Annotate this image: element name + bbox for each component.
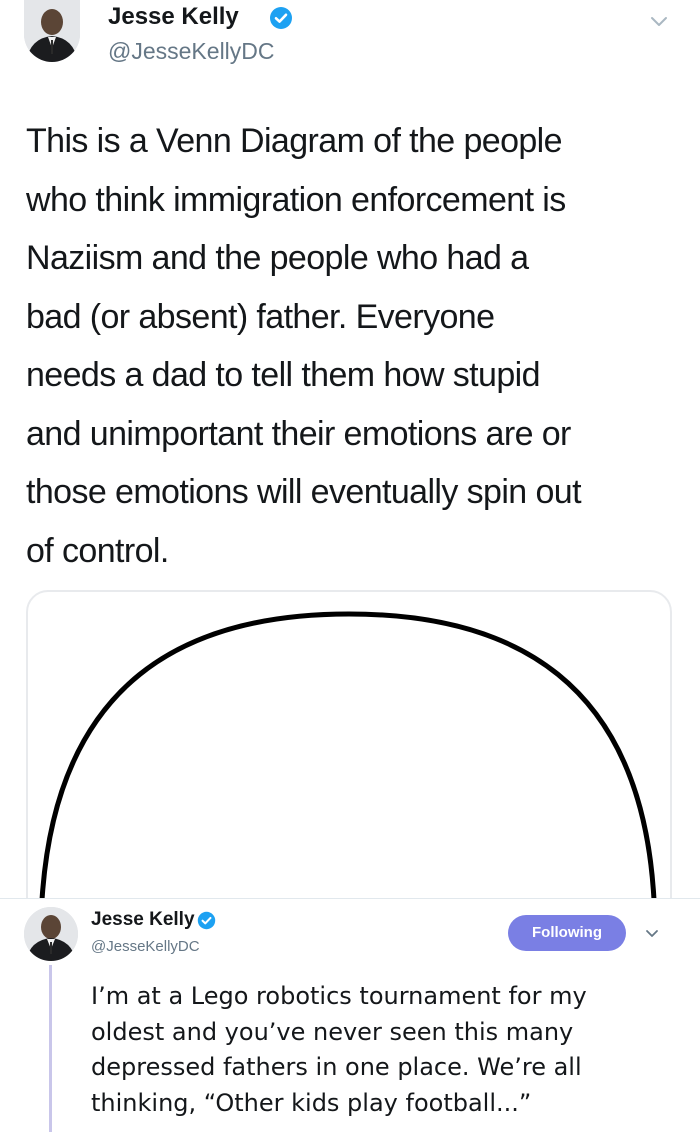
- avatar[interactable]: [24, 907, 78, 961]
- tweet-text-line: depressed fathers in one place. We’re al…: [91, 1053, 582, 1081]
- tweet-text-line: bad (or absent) father. Everyone: [26, 297, 495, 336]
- author-handle[interactable]: @JesseKellyDC: [91, 938, 200, 956]
- author-handle[interactable]: @JesseKellyDC: [108, 37, 275, 65]
- verified-badge-icon: [197, 911, 216, 930]
- venn-circle: [39, 611, 657, 898]
- tweet-text-line: This is a Venn Diagram of the people: [26, 122, 563, 160]
- author-name[interactable]: Jesse Kelly: [108, 3, 239, 31]
- tweet-text-line: thinking, “Other kids play football...”: [91, 1088, 532, 1117]
- tweet-text: This is a Venn Diagram of the people who…: [26, 112, 686, 580]
- chevron-down-icon[interactable]: [644, 925, 660, 941]
- tweet-text-line: needs a dad to tell them how stupid: [26, 356, 541, 394]
- tweet-text-line: Naziism and the people who had a: [26, 239, 529, 277]
- chevron-down-icon[interactable]: [648, 10, 670, 32]
- verified-badge-icon: [270, 7, 292, 29]
- tweet-1: Jesse Kelly @JesseKellyDC This is a Venn…: [0, 0, 700, 898]
- following-button[interactable]: Following: [508, 915, 626, 951]
- tweet-text-line: I’m at a Lego robotics tournament for my: [91, 982, 587, 1010]
- author-name[interactable]: Jesse Kelly: [91, 909, 195, 931]
- tweet-text: I’m at a Lego robotics tournament for my…: [91, 979, 691, 1121]
- tweet-text-line: who think immigration enforcement is: [26, 180, 566, 219]
- tweet-2: Jesse Kelly @JesseKellyDC Following I’m …: [0, 898, 700, 1132]
- tweet-text-line: oldest and you’ve never seen this many: [91, 1017, 574, 1046]
- avatar[interactable]: [24, 0, 80, 62]
- venn-diagram: [39, 611, 657, 898]
- tweet-text-line: those emotions will eventually spin out: [26, 473, 582, 511]
- tweet-text-line: and unimportant their emotions are or: [26, 414, 571, 453]
- thread-connector-line: [49, 965, 52, 1132]
- tweet-text-line: of control.: [26, 531, 169, 570]
